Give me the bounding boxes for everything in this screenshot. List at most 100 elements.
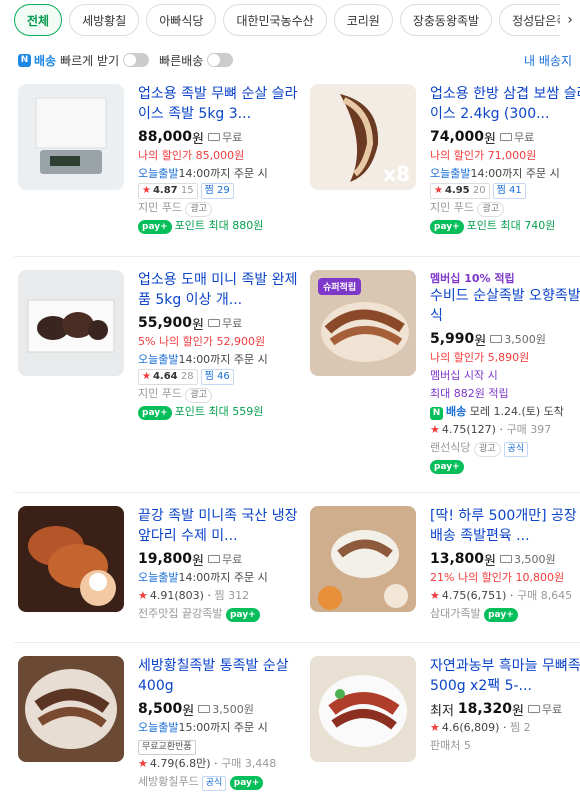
chip-jangchung[interactable]: 장충동왕족발 [399, 4, 493, 36]
product-card[interactable]: x8 업소용 한방 삼겹 보쌈 슬라이스 2.4kg (300... 74,00… [310, 84, 580, 244]
discount-label: 나의 할인가 [430, 351, 485, 364]
sales-count: 구매 8,645 [516, 589, 573, 602]
discount-label: 5% 나의 할인가 [138, 335, 214, 348]
quick-delivery-toggle[interactable] [207, 53, 234, 67]
product-title[interactable]: 세방황칠족발 통족발 순살 400g [138, 656, 308, 696]
currency: 원 [192, 131, 204, 147]
truck-icon [490, 335, 503, 343]
zzim-count[interactable]: 찜 29 [200, 183, 234, 199]
zzim-count: 찜 2 [509, 721, 531, 734]
product-image[interactable] [18, 506, 124, 612]
ad-badge[interactable]: 광고 [185, 202, 213, 217]
product-image[interactable] [18, 656, 124, 762]
shipping-info: 무료 [208, 315, 242, 331]
truck-icon [527, 705, 540, 713]
currency: 원 [182, 703, 195, 719]
discount-price: 85,000원 [195, 149, 245, 162]
product-title[interactable]: 업소용 도매 미니 족발 완제품 5kg 이상 개... [138, 270, 308, 310]
shipping-fee: 무료 [222, 317, 243, 330]
star-icon: ★ [430, 589, 440, 602]
shipping-fee: 3,500원 [504, 333, 546, 346]
my-address-link[interactable]: 내 배송지 [524, 52, 572, 69]
currency: 원 [484, 553, 496, 569]
seller-name[interactable]: 지민 푸드 [430, 201, 474, 214]
product-image[interactable] [310, 506, 416, 612]
product-card[interactable]: 슈퍼적립 멤버십 10% 적립 수비드 순살족발 오향족발 야식 5,990원3… [310, 270, 580, 480]
product-image[interactable] [310, 656, 416, 762]
product-card[interactable]: 업소용 족발 무뼈 순살 슬라이스 족발 5kg 3... 88,000 원 무료 … [18, 84, 308, 244]
discount-price: 5,890원 [487, 351, 530, 364]
product-title[interactable]: 수비드 순살족발 오향족발 야식 [430, 286, 580, 326]
point-info: 포인트 최대 880원 [174, 219, 264, 232]
chevron-right-icon[interactable]: › [560, 4, 580, 36]
product-title[interactable]: 업소용 족발 무뼈 순살 슬라이스 족발 5kg 3... [138, 84, 308, 124]
product-price: 5,990 [430, 331, 475, 347]
rating-count: (127) [466, 423, 496, 436]
seller-count[interactable]: 판매처 5 [430, 737, 580, 755]
row-divider [14, 256, 580, 257]
star-icon: ★ [434, 185, 443, 196]
product-card[interactable]: 끝강 족발 미니족 국산 냉장 앞다리 수제 미... 19,800 원 무료 오늘… [18, 506, 308, 636]
product-card[interactable]: 세방황칠족발 통족발 순살 400g 8,500 원 3,500원 오늘출발15:0… [18, 656, 308, 798]
membership-start: 멤버십 시작 시 [430, 369, 498, 382]
seller-name[interactable]: 지민 푸드 [138, 201, 182, 214]
rating-box: ★ 4.64 28 [138, 369, 198, 385]
point-info: 포인트 최대 740원 [466, 219, 556, 232]
product-title[interactable]: 업소용 한방 삼겹 보쌈 슬라이스 2.4kg (300... [430, 84, 580, 124]
zzim-count[interactable]: 찜 41 [492, 183, 526, 199]
ad-badge[interactable]: 광고 [477, 202, 505, 217]
seller-name[interactable]: 전주맛집 끝강족발 [138, 607, 222, 620]
rating-box: ★ 4.95 20 [430, 183, 490, 199]
chip-korea-agri[interactable]: 대한민국농수산 [223, 4, 327, 36]
product-image[interactable]: x8 [310, 84, 416, 190]
fast-delivery-toggle[interactable] [123, 53, 150, 67]
shipping-info: 무료 [500, 129, 534, 145]
ad-badge[interactable]: 광고 [473, 442, 501, 457]
seller-name[interactable]: 지민 푸드 [138, 387, 182, 400]
product-image[interactable] [18, 84, 124, 190]
star-icon: ★ [138, 589, 148, 602]
product-image[interactable]: 슈퍼적립 [310, 270, 416, 376]
discount-price: 10,800원 [515, 571, 565, 584]
currency: 원 [192, 553, 204, 569]
product-card[interactable]: [딱! 하루 500개만] 공장 직배송 족발편육 ... 13,800 원 3,5… [310, 506, 580, 636]
filter-chips: 전체 세방황칠 아빠식당 대한민국농수산 코리원 장충동왕족발 정성담은족 [14, 4, 580, 38]
delivery-label: 오늘출발 [138, 721, 179, 734]
star-icon: ★ [142, 371, 151, 382]
product-card[interactable]: 업소용 도매 미니 족발 완제품 5kg 이상 개... 55,900 원 무료 5… [18, 270, 308, 430]
zzim-count[interactable]: 찜 46 [200, 369, 234, 385]
product-title[interactable]: 자연과농부 흑마늘 무뼈족발 500g x2팩 5-... [430, 656, 580, 696]
chip-koreone[interactable]: 코리원 [333, 4, 393, 36]
discount-label: 나의 할인가 [430, 149, 485, 162]
product-card[interactable]: 자연과농부 흑마늘 무뼈족발 500g x2팩 5-... 최저 18,320 원 무… [310, 656, 580, 798]
seller-name[interactable]: 삼대가족발 [430, 607, 481, 620]
npay-icon: pay+ [138, 220, 172, 234]
official-badge: 공식 [503, 442, 529, 457]
npay-icon: pay+ [225, 608, 260, 622]
product-title[interactable]: [딱! 하루 500개만] 공장 직배송 족발편육 ... [430, 506, 580, 546]
ad-badge[interactable]: 광고 [185, 388, 213, 403]
shipping-info: 무료 [208, 129, 242, 145]
currency: 원 [192, 317, 204, 333]
chip-sebang[interactable]: 세방황칠 [69, 4, 140, 36]
seller-name[interactable]: 세방황칠푸드 [138, 775, 199, 788]
price-prefix: 최저 [430, 703, 454, 719]
rating-count: 15 [180, 185, 194, 196]
seller-name[interactable]: 랜선식당 [430, 441, 470, 454]
star-icon: ★ [430, 423, 440, 436]
rating-count: 20 [472, 185, 486, 196]
truck-icon [500, 133, 512, 141]
truck-icon [208, 319, 220, 327]
chip-all[interactable]: 전체 [14, 4, 63, 36]
shipping-info: 무료 [527, 701, 562, 717]
star-icon: ★ [142, 185, 151, 196]
star-icon: ★ [138, 757, 148, 770]
shipping-info: 3,500원 [500, 551, 556, 567]
product-title[interactable]: 끝강 족발 미니족 국산 냉장 앞다리 수제 미... [138, 506, 308, 546]
truck-icon [208, 133, 220, 141]
delivery-time: 14:00까지 주문 시 [178, 353, 268, 366]
product-image[interactable] [18, 270, 124, 376]
chip-appa[interactable]: 아빠식당 [146, 4, 217, 36]
rating-count: (6,751) [466, 589, 507, 602]
delivery-label: 오늘출발 [138, 353, 179, 366]
